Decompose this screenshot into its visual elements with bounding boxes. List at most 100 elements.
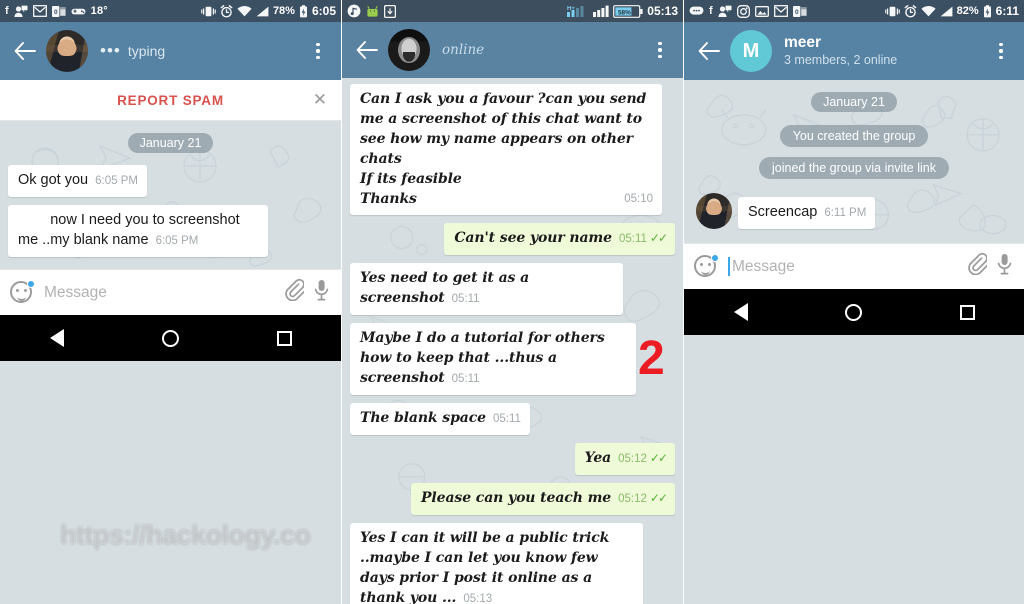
recents-nav-icon[interactable] [944,289,990,335]
message-bubble-incoming[interactable]: The blank space 05:11 [350,403,530,435]
message-input-field[interactable]: Message [728,257,957,276]
alarm-icon [220,4,233,18]
report-spam-bar[interactable]: REPORT SPAM ✕ [0,80,341,121]
service-message-row: joined the group via invite link [692,157,1016,179]
avatar[interactable] [46,30,88,72]
message-bubble-incoming[interactable]: Yes I can it will be a public trick ..ma… [350,523,643,604]
message-meta: 6:05 PM [95,172,138,191]
chat-area-2: Can I ask you a favour ?can you send me … [342,78,683,604]
back-nav-icon[interactable] [718,289,764,335]
message-text: Screencap [748,204,818,220]
overflow-menu-icon[interactable] [647,33,673,67]
message-list-3: January 21 You created the group joined … [684,80,1024,243]
message-bubble-incoming[interactable]: Yes need to get it as a screenshot 05:11 [350,263,623,315]
panel-2: H+ 58% 05:13 online Can I ask you a favo… [341,0,683,604]
message-meta: 05:11 [452,370,480,389]
emoji-icon[interactable] [10,279,35,305]
message-bubble-outgoing[interactable]: Please can you teach me 05:12 ✓✓ [411,483,675,515]
typing-dots-icon: ••• [100,41,121,60]
message-text: Maybe I do a tutorial for others how to … [360,330,605,386]
panel-number-marker: 2 [638,332,665,385]
message-bubble-incoming[interactable]: Screencap 6:11 PM [738,197,876,229]
message-row[interactable]: Yes I can it will be a public trick ..ma… [350,523,675,604]
paperclip-icon[interactable] [284,278,305,306]
chat-header-3: M meer 3 members, 2 online [684,22,1024,80]
message-meta: 05:12 ✓✓ [618,449,668,469]
overflow-menu-icon[interactable] [988,34,1014,68]
panel-1: f 0 18° 78% 6:05 ••• typing REPORT SPAM … [0,0,341,604]
recents-nav-icon[interactable] [261,315,307,361]
status-bar-right-1: 78% 6:05 [201,4,336,18]
signal-icon [940,6,953,17]
message-row[interactable]: Yes need to get it as a screenshot 05:11 [350,263,675,315]
status-bar-3: f 0 82% 6:11 [684,0,1024,22]
chat-title-block-1: ••• typing [100,41,305,60]
message-input-bar-1[interactable]: Message [0,269,341,315]
instagram-icon [736,4,750,18]
close-icon[interactable]: ✕ [313,90,327,110]
message-row[interactable]: Screencap 6:11 PM [692,193,1016,229]
message-row[interactable]: Can't see your name 05:11 ✓✓ [350,223,675,255]
temperature-label: 18° [90,5,108,17]
message-row[interactable]: Yea 05:12 ✓✓ [350,443,675,475]
back-arrow-icon[interactable] [350,33,384,67]
message-row[interactable]: now I need you to screenshot me ..my bla… [8,205,333,257]
message-bubble-outgoing[interactable]: Can't see your name 05:11 ✓✓ [444,223,675,255]
chat-area-1: January 21 Ok got you 6:05 PM now I need … [0,121,341,269]
message-meta: 05:13 [463,590,492,604]
gmail-icon [32,5,47,17]
avatar[interactable]: M [730,30,772,72]
report-spam-button[interactable]: REPORT SPAM [117,93,224,108]
back-nav-icon[interactable] [34,315,80,361]
screenshot-icon [754,5,769,17]
message-input-bar-3[interactable]: Message [684,243,1024,289]
alarm-icon [904,4,917,18]
signal-icon [256,6,269,17]
battery-charging-icon [299,4,308,18]
message-row[interactable]: Can I ask you a favour ?can you send me … [350,84,675,215]
back-arrow-icon[interactable] [692,34,726,68]
overflow-menu-icon[interactable] [305,34,331,68]
wifi-icon [237,5,252,17]
home-nav-icon[interactable] [831,289,877,335]
contacts-icon [718,5,732,18]
avatar[interactable] [388,29,430,71]
message-placeholder: Message [44,283,107,301]
message-text: Ok got you [18,172,89,188]
message-bubble-incoming[interactable]: Ok got you 6:05 PM [8,165,147,197]
sender-avatar[interactable] [696,193,732,229]
message-bubble-outgoing[interactable]: Yea 05:12 ✓✓ [574,443,675,475]
message-row[interactable]: Please can you teach me 05:12 ✓✓ [350,483,675,515]
home-nav-icon[interactable] [147,315,193,361]
message-bubble-incoming[interactable]: now I need you to screenshot me ..my bla… [8,205,268,257]
message-bubble-incoming[interactable]: Maybe I do a tutorial for others how to … [350,323,636,395]
microphone-icon[interactable] [997,253,1012,280]
microphone-icon[interactable] [314,279,329,306]
message-list-2: Can I ask you a favour ?can you send me … [342,78,683,604]
message-text: Can I ask you a favour ?can you send me … [360,91,647,207]
svg-text:58%: 58% [618,9,631,16]
message-meta: 05:10 [624,190,653,209]
emoji-icon[interactable] [694,253,719,279]
message-text: Please can you teach me [421,490,612,506]
outlook-icon: 0 [792,5,807,17]
message-row[interactable]: The blank space 05:11 [350,403,675,435]
date-divider-row-1: January 21 [8,133,333,153]
paperclip-icon[interactable] [967,252,988,280]
wifi-icon [921,5,936,17]
message-time: 05:11 [618,233,647,245]
messages-icon [689,6,704,17]
chat-header-2: online [342,22,683,78]
chat-area-3: January 21 You created the group joined … [684,80,1024,243]
android-nav-bar-1[interactable] [0,315,341,361]
group-subtitle: 3 members, 2 online [784,53,898,67]
message-row[interactable]: Maybe I do a tutorial for others how to … [350,323,675,395]
message-row[interactable]: Ok got you 6:05 PM [8,165,333,197]
message-bubble-incoming[interactable]: Can I ask you a favour ?can you send me … [350,84,662,215]
back-arrow-icon[interactable] [8,34,42,68]
android-nav-bar-3[interactable] [684,289,1024,335]
message-input-field[interactable]: Message [44,284,274,302]
status-bar-left-icons-2 [347,4,567,18]
message-time: 6:05 PM [155,235,199,247]
message-time: 05:12 [618,493,647,505]
